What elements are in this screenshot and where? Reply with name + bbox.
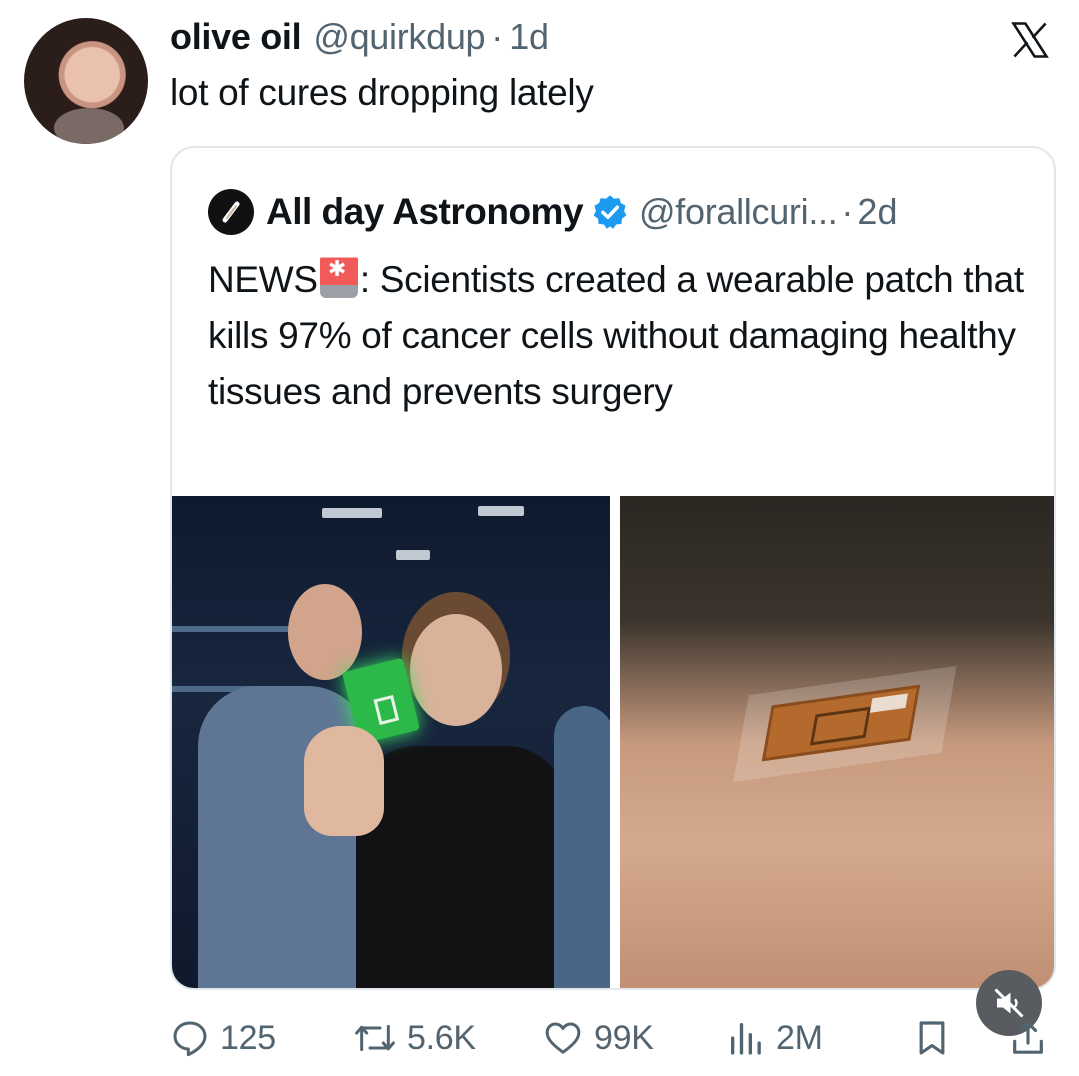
quoted-author-display-name[interactable]: All day Astronomy xyxy=(266,191,584,233)
siren-emoji-icon xyxy=(319,254,358,298)
separator-dot: · xyxy=(491,16,504,57)
quoted-author-avatar[interactable] xyxy=(208,189,254,235)
tweet-timestamp[interactable]: 1d xyxy=(509,16,549,58)
researcher-man-head xyxy=(288,584,362,680)
media-grid xyxy=(172,496,1054,988)
share-icon xyxy=(1013,1021,1043,1054)
repost-count: 5.6K xyxy=(407,1018,476,1057)
repost-icon xyxy=(355,1024,395,1052)
like-count: 99K xyxy=(594,1018,654,1057)
share-button[interactable] xyxy=(1008,1008,1058,1068)
author-display-name[interactable]: olive oil xyxy=(170,16,302,58)
views-chart-icon xyxy=(731,1023,761,1055)
reply-count: 125 xyxy=(220,1018,276,1057)
ceiling-light xyxy=(322,508,382,518)
author-avatar[interactable] xyxy=(24,18,148,144)
hand xyxy=(304,726,384,836)
like-button[interactable]: 99K xyxy=(542,1008,654,1068)
quoted-author-handle[interactable]: @forallcuri... xyxy=(639,191,838,233)
ceiling-light xyxy=(478,506,524,516)
tweet-text: lot of cures dropping lately xyxy=(170,72,594,113)
separator-dot: · xyxy=(841,191,854,232)
views-count: 2M xyxy=(776,1018,823,1057)
arm-patch-photo[interactable] xyxy=(620,496,1054,988)
bookmark-button[interactable] xyxy=(912,1008,962,1068)
quoted-tweet-header: All day Astronomy @forallcuri... · 2d xyxy=(208,188,897,236)
bookmark-icon xyxy=(919,1021,945,1055)
lab-shelf xyxy=(172,626,292,632)
reply-button[interactable]: 125 xyxy=(170,1008,276,1068)
quoted-tweet-card[interactable]: All day Astronomy @forallcuri... · 2d NE… xyxy=(170,146,1056,990)
author-handle[interactable]: @quirkdup xyxy=(313,16,485,58)
repost-button[interactable]: 5.6K xyxy=(353,1008,476,1068)
views-button[interactable]: 2M xyxy=(726,1008,823,1068)
action-bar: 125 5.6K 99K 2M xyxy=(170,1008,1056,1068)
quoted-tweet-text: NEWS: Scientists created a wearable patc… xyxy=(208,252,1038,420)
lab-researchers-photo[interactable] xyxy=(172,496,610,988)
x-logo-icon xyxy=(1011,22,1049,58)
third-person xyxy=(554,706,610,988)
verified-badge-icon xyxy=(593,195,627,229)
quoted-tweet-timestamp[interactable]: 2d xyxy=(857,191,897,233)
news-label: NEWS xyxy=(208,259,318,300)
tweet-header: olive oil @quirkdup · 1d xyxy=(170,16,549,62)
telescope-icon xyxy=(222,201,240,223)
researcher-woman xyxy=(356,746,566,988)
heart-icon xyxy=(545,1022,581,1054)
ceiling-light xyxy=(396,550,430,560)
researcher-woman-head xyxy=(410,614,502,726)
reply-icon xyxy=(173,1021,207,1057)
